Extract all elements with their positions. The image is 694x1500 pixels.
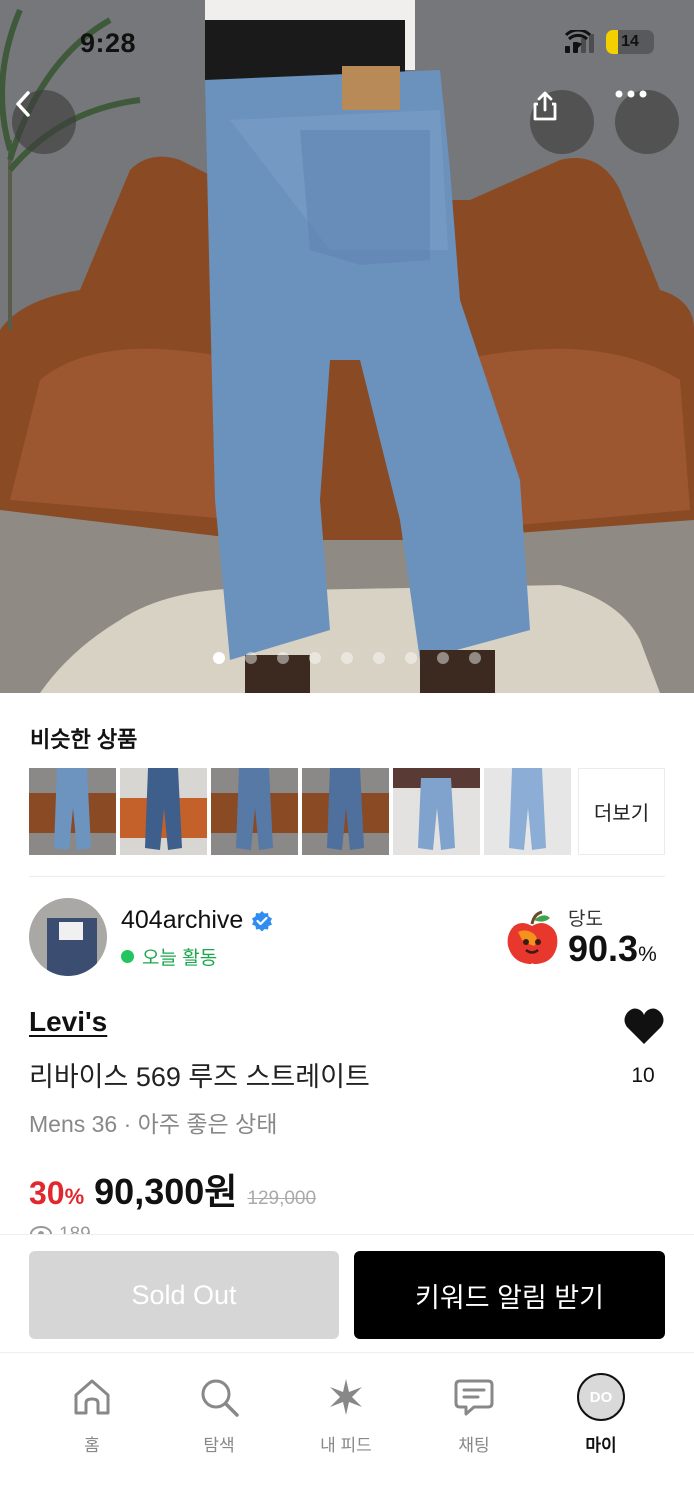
online-dot-icon [121,950,134,963]
brand-link[interactable]: Levi's [29,1006,107,1038]
search-icon [201,1379,239,1417]
sparkle-icon [330,1379,362,1415]
product-title: 리바이스 569 루즈 스트레이트 [29,1062,370,1092]
similar-product-thumb[interactable] [120,768,207,855]
seller-name-row[interactable]: 404archive [121,906,273,935]
carousel-dot [437,652,449,664]
status-icons: 14 [565,30,654,54]
carousel-dot [341,652,353,664]
chat-icon [454,1379,494,1416]
action-bar: Sold Out 키워드 알림 받기 [0,1234,694,1352]
similar-product-thumb[interactable] [29,768,116,855]
seller-avatar[interactable] [29,898,107,976]
seller-activity: 오늘 활동 [121,943,217,970]
discount-value: 30 [29,1175,65,1211]
price-row: 30% 90,300원 129,000 [29,1163,316,1215]
carousel-dot [373,652,385,664]
similar-product-thumb[interactable] [393,768,480,855]
tab-home[interactable]: 홈 [37,1373,147,1456]
ellipsis-icon [615,90,647,98]
like-count: 10 [631,1064,655,1087]
product-image-carousel[interactable]: 9:28 14 [0,0,694,693]
tab-label: 탐색 [203,1436,235,1455]
chevron-left-icon [16,91,30,117]
similar-products-list [29,768,571,855]
product-meta: Mens 36 · 아주 좋은 상태 [29,1111,278,1137]
carousel-dot [213,652,225,664]
discount-rate: 30% [29,1175,84,1212]
similar-products-title: 비슷한 상품 [30,727,138,752]
section-divider [29,876,665,877]
carousel-indicator [0,652,694,664]
similar-product-thumb[interactable] [302,768,389,855]
wifi-icon [565,30,591,48]
verified-badge-icon [252,910,273,931]
similar-product-thumb[interactable] [484,768,571,855]
home-icon [74,1379,110,1415]
tab-chat[interactable]: 채팅 [419,1373,529,1456]
tab-label: 홈 [84,1436,100,1455]
carousel-dot [469,652,481,664]
sale-price: 90,300원 [94,1171,238,1212]
sold-out-button[interactable]: Sold Out [29,1251,339,1339]
share-icon [533,91,557,121]
similar-product-thumb[interactable] [211,768,298,855]
bottom-tab-bar: 홈 탐색 내 피드 채팅 DO 마이 [0,1352,694,1500]
status-time: 9:28 [80,28,137,58]
carousel-dot [405,652,417,664]
user-avatar: DO [577,1373,625,1421]
tab-label: 마이 [585,1436,617,1455]
sweetness-unit: % [638,943,657,966]
keyword-alert-button[interactable]: 키워드 알림 받기 [354,1251,665,1339]
back-button[interactable] [12,90,76,154]
battery-level: 14 [621,33,639,50]
carousel-dot [245,652,257,664]
apple-sweetness-icon [507,910,558,964]
tab-my[interactable]: DO 마이 [546,1373,656,1456]
sweetness-value: 90.3 [568,928,639,969]
share-button[interactable] [530,90,594,154]
similar-more-button[interactable]: 더보기 [578,768,665,855]
heart-icon [624,1008,664,1044]
more-options-button[interactable] [615,90,679,154]
carousel-dot [277,652,289,664]
original-price: 129,000 [247,1188,317,1209]
battery-icon: 14 [606,30,654,54]
like-button[interactable] [623,1006,665,1046]
seller-name: 404archive [121,906,244,934]
carousel-dot [309,652,321,664]
tab-label: 내 피드 [320,1436,372,1455]
sweetness-label: 당도 [568,909,603,930]
discount-unit: % [64,1184,85,1209]
sweetness-score: 90.3% [568,928,657,970]
product-photo [0,0,694,693]
activity-label: 오늘 활동 [142,948,218,969]
tab-explore[interactable]: 탐색 [164,1373,274,1456]
tab-my-feed[interactable]: 내 피드 [291,1373,401,1456]
tab-label: 채팅 [458,1436,490,1455]
